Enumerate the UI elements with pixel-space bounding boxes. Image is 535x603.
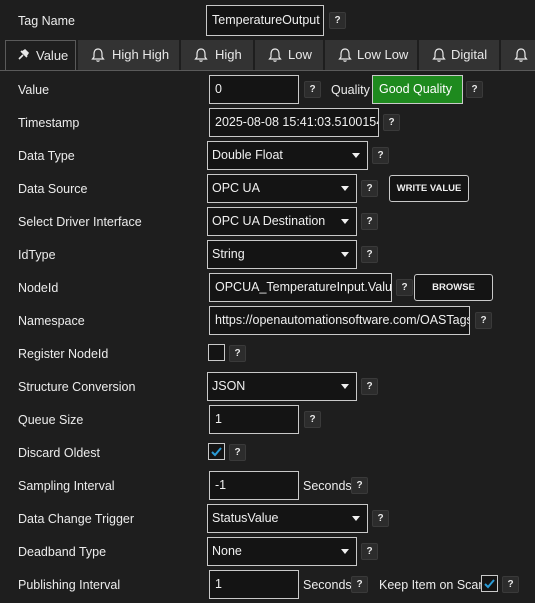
node-id-label: NodeId [18, 281, 59, 295]
deadband-type-value: None [212, 544, 242, 558]
keep-item-on-scan-checkbox[interactable] [481, 575, 498, 592]
quality-label: Quality [331, 83, 370, 97]
help-icon[interactable]: ? [329, 12, 346, 29]
tab-low[interactable]: Low [255, 40, 323, 70]
bell-icon [194, 48, 208, 62]
discard-oldest-label: Discard Oldest [18, 446, 100, 460]
help-icon[interactable]: ? [229, 444, 246, 461]
browse-button[interactable]: BROWSE [414, 274, 493, 301]
id-type-select[interactable]: String [207, 240, 357, 269]
publishing-interval-input[interactable]: 1 [209, 570, 299, 599]
id-type-value: String [212, 247, 245, 261]
structure-conversion-select[interactable]: JSON [207, 372, 357, 401]
tab-label: Value [36, 48, 69, 63]
chevron-down-icon [341, 219, 349, 224]
register-node-id-checkbox[interactable] [208, 344, 225, 361]
deadband-type-select[interactable]: None [207, 537, 357, 566]
tab-label: Digital [451, 47, 488, 62]
node-id-input[interactable]: OPCUA_TemperatureInput.Value [209, 273, 392, 302]
register-node-id-label: Register NodeId [18, 347, 109, 361]
tab-label: Low [288, 47, 312, 62]
deadband-type-label: Deadband Type [18, 545, 107, 559]
help-icon[interactable]: ? [502, 576, 519, 593]
chevron-down-icon [341, 252, 349, 257]
data-type-select[interactable]: Double Float [207, 141, 368, 170]
value-input[interactable]: 0 [209, 75, 299, 104]
write-value-button[interactable]: WRITE VALUE [389, 175, 469, 202]
structure-conversion-value: JSON [212, 379, 246, 393]
help-icon[interactable]: ? [361, 543, 378, 560]
help-icon[interactable]: ? [304, 411, 321, 428]
timestamp-input[interactable]: 2025-08-08 15:41:03.5100154 [209, 108, 379, 137]
tag-name-input[interactable]: TemperatureOutput [206, 5, 324, 36]
bell-icon [268, 48, 282, 62]
chevron-down-icon [341, 384, 349, 389]
chevron-down-icon [352, 153, 360, 158]
driver-interface-value: OPC UA Destination [212, 214, 326, 228]
tab-label: Low Low [357, 47, 409, 62]
driver-interface-select[interactable]: OPC UA Destination [207, 207, 357, 236]
help-icon[interactable]: ? [361, 213, 378, 230]
driver-interface-label: Select Driver Interface [18, 215, 142, 229]
structure-conversion-label: Structure Conversion [18, 380, 136, 394]
queue-size-label: Queue Size [18, 413, 84, 427]
bell-icon [91, 48, 105, 62]
sampling-interval-unit: Seconds [303, 479, 352, 493]
help-icon[interactable]: ? [372, 147, 389, 164]
quality-badge: Good Quality [372, 75, 463, 104]
data-change-trigger-label: Data Change Trigger [18, 512, 135, 526]
tab-digital[interactable]: Digital [419, 40, 499, 70]
tab-label: High High [112, 47, 170, 62]
help-icon[interactable]: ? [466, 81, 483, 98]
help-icon[interactable]: ? [229, 345, 246, 362]
pin-icon [18, 48, 30, 60]
help-icon[interactable]: ? [383, 114, 400, 131]
sampling-interval-label: Sampling Interval [18, 479, 115, 493]
tab-strip-divider [0, 70, 535, 71]
data-source-value: OPC UA [212, 181, 260, 195]
tag-name-label: Tag Name [18, 14, 75, 28]
publishing-interval-label: Publishing Interval [18, 578, 121, 592]
help-icon[interactable]: ? [361, 246, 378, 263]
chevron-down-icon [341, 549, 349, 554]
help-icon[interactable]: ? [351, 576, 368, 593]
chevron-down-icon [341, 186, 349, 191]
help-icon[interactable]: ? [351, 477, 368, 494]
help-icon[interactable]: ? [372, 510, 389, 527]
bell-icon [432, 48, 446, 62]
help-icon[interactable]: ? [361, 378, 378, 395]
id-type-label: IdType [18, 248, 56, 262]
help-icon[interactable]: ? [475, 312, 492, 329]
data-source-select[interactable]: OPC UA [207, 174, 357, 203]
help-icon[interactable]: ? [396, 279, 413, 296]
timestamp-label: Timestamp [18, 116, 80, 130]
discard-oldest-checkbox[interactable] [208, 443, 225, 460]
tab-high[interactable]: High [181, 40, 253, 70]
data-change-trigger-value: StatusValue [212, 511, 279, 525]
namespace-label: Namespace [18, 314, 85, 328]
checkmark-icon [484, 579, 495, 589]
tab-overflow[interactable] [501, 40, 535, 70]
tab-high-high[interactable]: High High [78, 40, 179, 70]
queue-size-input[interactable]: 1 [209, 405, 299, 434]
help-icon[interactable]: ? [304, 81, 321, 98]
data-change-trigger-select[interactable]: StatusValue [207, 504, 368, 533]
data-type-label: Data Type [18, 149, 75, 163]
chevron-down-icon [352, 516, 360, 521]
tab-label: High [215, 47, 242, 62]
help-icon[interactable]: ? [361, 180, 378, 197]
value-label: Value [18, 83, 50, 97]
sampling-interval-input[interactable]: -1 [209, 471, 299, 500]
publishing-interval-unit: Seconds [303, 578, 352, 592]
bell-icon [338, 48, 352, 62]
namespace-input[interactable]: https://openautomationsoftware.com/OASTa… [209, 306, 470, 335]
data-source-label: Data Source [18, 182, 88, 196]
tab-value[interactable]: Value [5, 40, 76, 70]
data-type-value: Double Float [212, 148, 283, 162]
bell-icon [514, 48, 528, 62]
keep-item-on-scan-label: Keep Item on Scan [379, 578, 486, 592]
checkmark-icon [211, 447, 222, 457]
tab-low-low[interactable]: Low Low [325, 40, 417, 70]
